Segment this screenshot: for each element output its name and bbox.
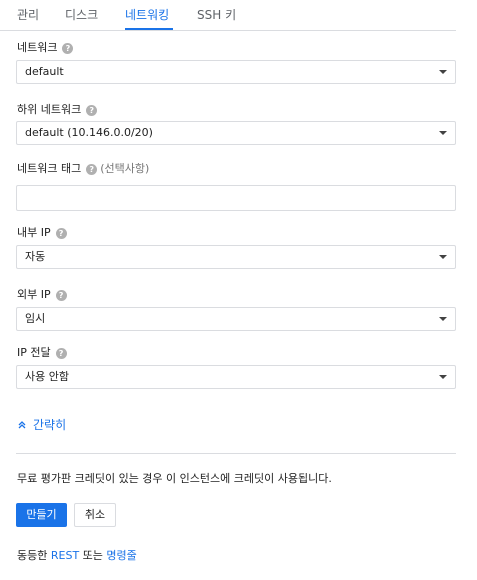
external-ip-label: 외부 IP xyxy=(17,288,51,301)
help-icon[interactable]: ? xyxy=(86,163,98,175)
network-label-row: 네트워크 ? xyxy=(17,41,74,55)
ip-forwarding-label: IP 전달 xyxy=(17,346,51,359)
collapse-link[interactable]: 간략히 xyxy=(17,417,66,433)
internal-ip-label: 내부 IP xyxy=(17,226,51,239)
help-icon[interactable]: ? xyxy=(55,227,67,239)
subnetwork-select-value: default (10.146.0.0/20) xyxy=(25,126,153,139)
internal-ip-select-value: 자동 xyxy=(25,250,46,263)
subnetwork-select[interactable]: default (10.146.0.0/20) xyxy=(16,121,456,145)
tab-ssh-keys[interactable]: SSH 키 xyxy=(197,7,236,23)
divider xyxy=(16,453,456,454)
external-ip-select[interactable]: 임시 xyxy=(16,307,456,331)
internal-ip-label-row: 내부 IP ? xyxy=(17,226,67,240)
cancel-button[interactable]: 취소 xyxy=(74,503,116,527)
dropdown-arrow-icon xyxy=(439,375,447,379)
ip-forwarding-label-row: IP 전달 ? xyxy=(17,346,67,360)
dropdown-arrow-icon xyxy=(439,317,447,321)
network-select-value: default xyxy=(25,65,64,78)
help-icon[interactable]: ? xyxy=(55,347,67,359)
free-trial-info: 무료 평가판 크레딧이 있는 경우 이 인스턴스에 크레딧이 사용됩니다. xyxy=(17,472,332,485)
network-tags-input[interactable] xyxy=(16,185,456,211)
subnetwork-label-row: 하위 네트워크 ? xyxy=(17,103,98,117)
collapse-label: 간략히 xyxy=(33,418,67,432)
ip-forwarding-select[interactable]: 사용 안함 xyxy=(16,365,456,389)
command-line-link[interactable]: 명령줄 xyxy=(106,549,136,562)
network-tags-label-row: 네트워크 태그 ? (선택사항) xyxy=(17,162,149,176)
dropdown-arrow-icon xyxy=(439,131,447,135)
rest-link[interactable]: REST xyxy=(51,549,79,562)
dropdown-arrow-icon xyxy=(439,255,447,259)
help-icon[interactable]: ? xyxy=(55,289,67,301)
network-tags-label: 네트워크 태그 xyxy=(17,162,82,175)
tab-networking[interactable]: 네트워킹 xyxy=(125,7,169,23)
chevron-up-icon xyxy=(18,421,26,429)
network-label: 네트워크 xyxy=(17,41,58,54)
network-select[interactable]: default xyxy=(16,60,456,84)
help-icon[interactable]: ? xyxy=(86,104,98,116)
ip-forwarding-select-value: 사용 안함 xyxy=(25,370,69,383)
help-icon[interactable]: ? xyxy=(62,42,74,54)
active-tab-indicator xyxy=(125,28,173,30)
external-ip-select-value: 임시 xyxy=(25,312,46,325)
optional-hint: (선택사항) xyxy=(100,162,150,175)
internal-ip-select[interactable]: 자동 xyxy=(16,245,456,269)
tab-management[interactable]: 관리 xyxy=(17,7,39,23)
footer-middle: 또는 xyxy=(82,549,103,562)
equivalent-footer: 동등한 REST 또는 명령줄 xyxy=(17,549,137,563)
dropdown-arrow-icon xyxy=(439,70,447,74)
external-ip-label-row: 외부 IP ? xyxy=(17,288,67,302)
footer-prefix: 동등한 xyxy=(17,549,48,562)
create-button[interactable]: 만들기 xyxy=(16,503,67,527)
tab-bar: 관리 디스크 네트워킹 SSH 키 xyxy=(0,0,456,31)
tab-disks[interactable]: 디스크 xyxy=(65,7,98,23)
subnetwork-label: 하위 네트워크 xyxy=(17,103,82,116)
